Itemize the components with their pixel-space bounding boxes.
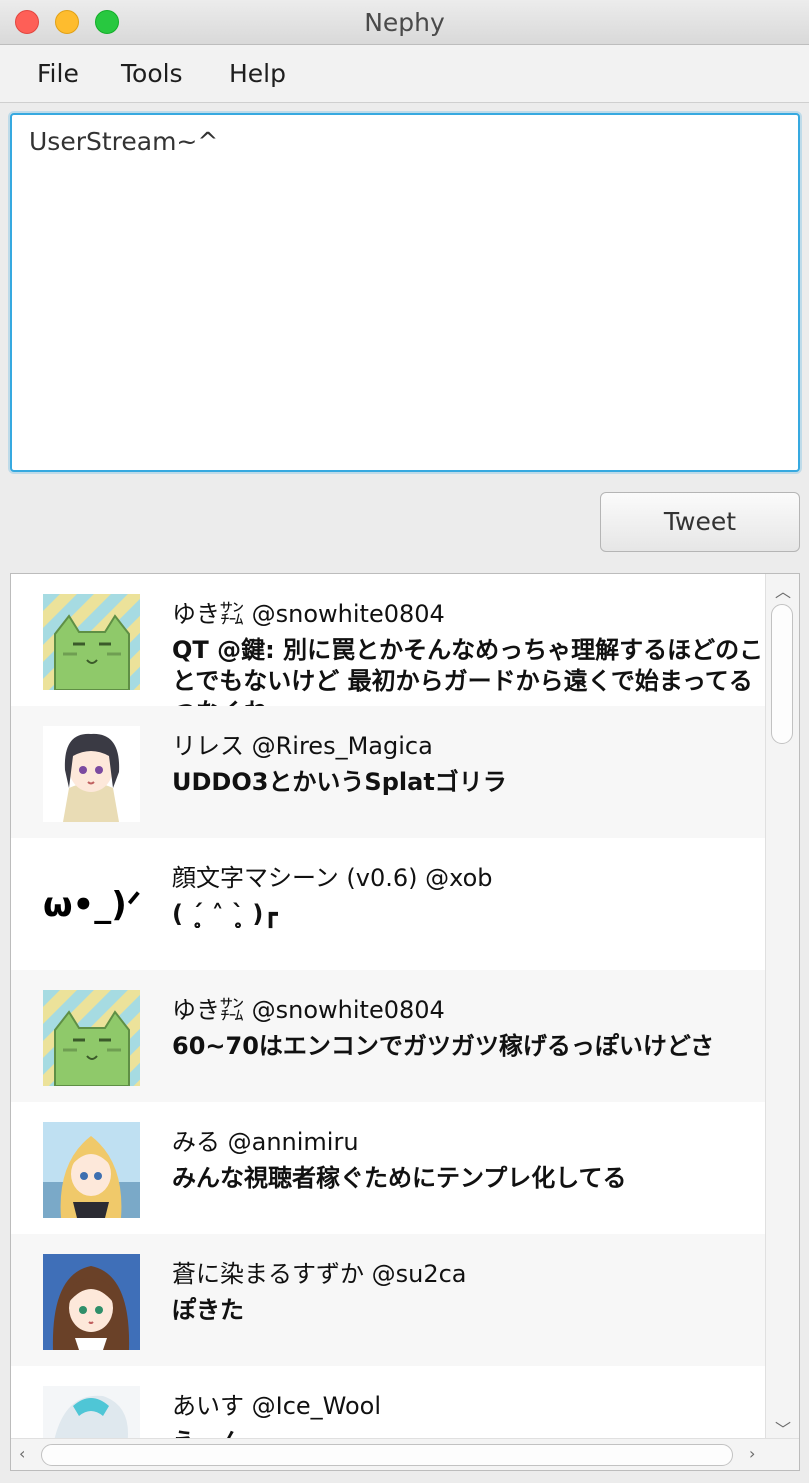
timeline-rows: ゆき㌠ @snowhite0804 QT @鍵: 別に罠とかそんなめっちゃ理解す… (11, 574, 767, 1440)
tweet-user: ゆき㌠ @snowhite0804 (172, 600, 445, 628)
avatar (43, 990, 140, 1086)
timeline-list[interactable]: ゆき㌠ @snowhite0804 QT @鍵: 別に罠とかそんなめっちゃ理解す… (10, 573, 800, 1471)
timeline-row[interactable]: ω•_)ᐟ 顔文字マシーン (v0.6) @xob ( ˊ̥̥̥̥̥ ˄ ˋ̥̥… (11, 838, 767, 970)
avatar (43, 1386, 140, 1440)
tweet-text: みんな視聴者稼ぐためにテンプレ化してる (172, 1164, 627, 1192)
horizontal-scroll-thumb[interactable] (41, 1444, 733, 1466)
tweet-text: QT @鍵: 別に罠とかそんなめっちゃ理解するほどのことでもないけど 最初からガ… (172, 636, 764, 706)
tweet-user: リレス @Rires_Magica (172, 732, 433, 760)
tweet-user: ゆき㌠ @snowhite0804 (172, 996, 445, 1024)
timeline-row[interactable]: ゆき㌠ @snowhite0804 QT @鍵: 別に罠とかそんなめっちゃ理解す… (11, 574, 767, 706)
chevron-left-icon[interactable]: ‹ (19, 1444, 25, 1463)
menu-bar: File Tools Help (0, 45, 809, 103)
timeline-row[interactable]: みる @annimiru みんな視聴者稼ぐためにテンプレ化してる (11, 1102, 767, 1234)
title-bar: Nephy (0, 0, 809, 45)
avatar (43, 726, 140, 822)
vertical-scrollbar[interactable]: ︿ ﹀ (765, 574, 799, 1440)
timeline-row[interactable]: リレス @Rires_Magica UDDO3とかいうSplatゴリラ (11, 706, 767, 838)
tweet-user: あいす @Ice_Wool (172, 1392, 382, 1420)
avatar: ω•_)ᐟ (43, 858, 140, 954)
compose-textarea[interactable]: UserStream~^ (10, 113, 800, 472)
timeline-row[interactable]: あいす @Ice_Wool えーん (11, 1366, 767, 1440)
compose-text: UserStream~^ (29, 127, 219, 156)
tweet-text: 60~70はエンコンでガツガツ稼げるっぽいけどさ (172, 1032, 715, 1060)
svg-text:ω•_)ᐟ: ω•_)ᐟ (43, 885, 140, 925)
avatar (43, 1122, 140, 1218)
tweet-text: ぽきた (172, 1296, 244, 1324)
horizontal-scrollbar[interactable]: ‹ › (11, 1438, 799, 1470)
chevron-down-icon[interactable]: ﹀ (775, 1416, 791, 1440)
tweet-text: ( ˊ̥̥̥̥̥ ˄ ˋ̥̥̥̥̥ )┏ (172, 900, 278, 928)
tweet-user: みる @annimiru (172, 1128, 359, 1156)
menu-file[interactable]: File (37, 59, 79, 88)
window-title: Nephy (364, 8, 445, 37)
tweet-user: 蒼に染まるすずか @su2ca (172, 1260, 467, 1288)
timeline-row[interactable]: ゆき㌠ @snowhite0804 60~70はエンコンでガツガツ稼げるっぽいけ… (11, 970, 767, 1102)
avatar (43, 594, 140, 690)
tweet-button[interactable]: Tweet (600, 492, 800, 552)
menu-tools[interactable]: Tools (121, 59, 183, 88)
chevron-up-icon[interactable]: ︿ (775, 578, 791, 602)
vertical-scroll-thumb[interactable] (771, 604, 793, 744)
avatar (43, 1254, 140, 1350)
tweet-user: 顔文字マシーン (v0.6) @xob (172, 864, 493, 892)
timeline-row[interactable]: 蒼に染まるすずか @su2ca ぽきた (11, 1234, 767, 1366)
tweet-text: UDDO3とかいうSplatゴリラ (172, 768, 507, 796)
menu-help[interactable]: Help (229, 59, 286, 88)
chevron-right-icon[interactable]: › (749, 1444, 755, 1463)
